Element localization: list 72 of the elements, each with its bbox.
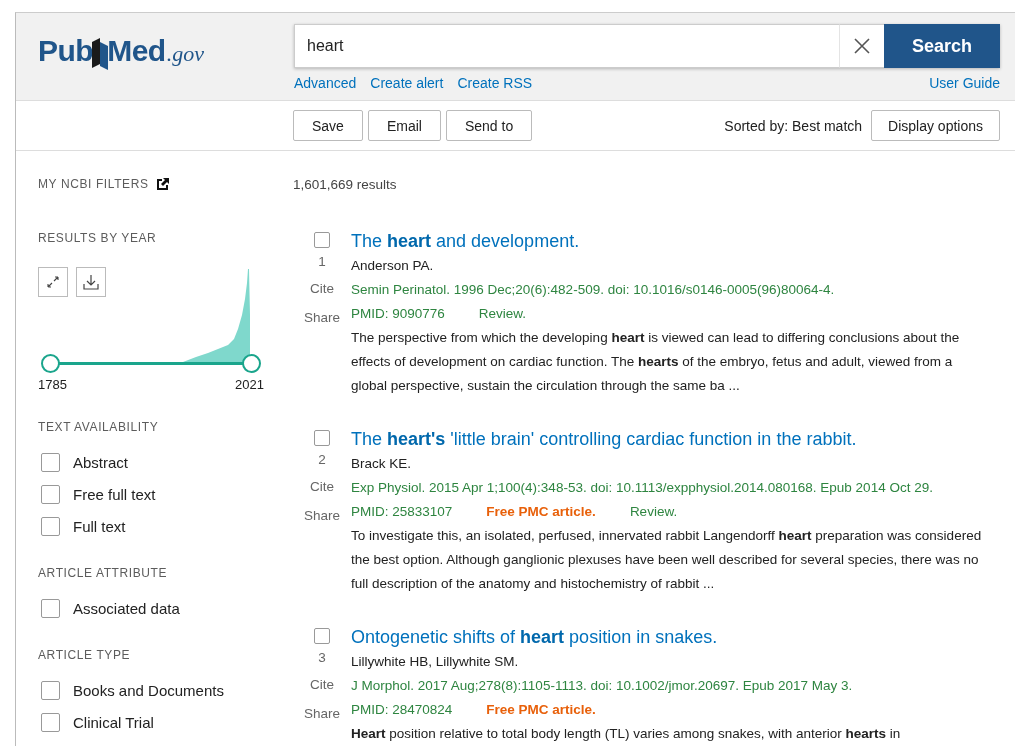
share-link[interactable]: Share: [304, 508, 340, 523]
year-label: 1785: [38, 377, 67, 392]
link[interactable]: Advanced: [294, 75, 357, 91]
link[interactable]: User Guide: [929, 75, 1000, 91]
search-field[interactable]: heart: [294, 24, 884, 68]
abstract-snippet: The perspective from which the developing heart is viewed can lead to differing conclusions about the effects of development on cardiac function. The hearts of the embryo, fetus and adult, viewed from a global perspective, sustain the circulation through the same ba ...: [351, 329, 961, 395]
free-article-label: Free PMC article.: [486, 503, 596, 521]
checkbox[interactable]: [41, 517, 60, 536]
logo-text: Pub: [38, 34, 94, 68]
authors: Brack KE.: [351, 455, 413, 473]
checkbox[interactable]: [41, 453, 60, 472]
result-title-link[interactable]: The heart's 'little brain' controlling cardiac function in the rabbit.: [351, 428, 995, 450]
slider-thumb[interactable]: [242, 354, 261, 373]
checkbox-label[interactable]: Full text: [73, 518, 126, 535]
checkbox-label[interactable]: Free full text: [73, 486, 156, 503]
section-heading: MY NCBI FILTERS: [38, 177, 149, 191]
citation: Semin Perinatol. 1996 Dec;20(6):482-509. doi: 10.1016/s0146-0005(96)80064-4.: [351, 281, 836, 299]
external-link-icon[interactable]: [156, 178, 169, 190]
result-title-link[interactable]: Ontogenetic shifts of heart position in snakes.: [351, 626, 995, 648]
review-label: Review.: [478, 305, 527, 323]
results-count: 1,601,669 results: [293, 177, 398, 192]
clear-icon[interactable]: [839, 24, 884, 68]
checkbox[interactable]: [41, 599, 60, 618]
checkbox[interactable]: [41, 485, 60, 504]
pmid: PMID: 28470824: [351, 701, 453, 719]
cite-link[interactable]: Cite: [310, 281, 334, 296]
checkbox[interactable]: [314, 430, 330, 446]
cite-link[interactable]: Cite: [310, 479, 334, 494]
link[interactable]: Create alert: [370, 75, 444, 91]
checkbox[interactable]: [314, 628, 330, 644]
authors: Anderson PA.: [351, 257, 435, 275]
logo-text: Med: [107, 34, 166, 68]
result-number: 3: [318, 650, 326, 665]
pmid: PMID: 25833107: [351, 503, 453, 521]
section-heading: ARTICLE ATTRIBUTE: [38, 566, 168, 580]
free-article-label: Free PMC article.: [486, 701, 596, 719]
share-link[interactable]: Share: [304, 310, 340, 325]
section-heading: TEXT AVAILABILITY: [38, 420, 159, 434]
toolbar-button[interactable]: Save: [293, 110, 363, 142]
result-number: 1: [318, 254, 326, 269]
sort-label[interactable]: Sorted by: Best match: [724, 117, 863, 134]
result-number: 2: [318, 452, 326, 467]
checkbox-label[interactable]: Associated data: [73, 600, 180, 617]
share-link[interactable]: Share: [304, 706, 340, 721]
review-label: Review.: [629, 503, 678, 521]
cite-link[interactable]: Cite: [310, 677, 334, 692]
toolbar-button[interactable]: Email: [367, 110, 441, 142]
citation: Exp Physiol. 2015 Apr 1;100(4):348-53. doi: 10.1113/expphysiol.2014.080168. Epub 2014 Oct 29.: [351, 479, 934, 497]
toolbar-button[interactable]: Send to: [445, 110, 533, 142]
book-icon: [91, 38, 110, 70]
logo-domain: .gov: [166, 41, 204, 67]
checkbox[interactable]: [41, 681, 60, 700]
checkbox[interactable]: [41, 713, 60, 732]
section-heading: ARTICLE TYPE: [38, 648, 131, 662]
search-button[interactable]: Search: [884, 24, 1000, 68]
checkbox-label[interactable]: Abstract: [73, 454, 129, 471]
display-options-button[interactable]: Display options: [871, 110, 1000, 142]
year-label: 2021: [235, 377, 264, 392]
link[interactable]: Create RSS: [457, 75, 533, 91]
abstract-snippet: Heart position relative to total body length (TL) varies among snakes, with anterior hearts in: [351, 725, 902, 743]
slider-thumb[interactable]: [41, 354, 60, 373]
expand-icon[interactable]: [38, 267, 68, 297]
checkbox-label[interactable]: Books and Documents: [73, 682, 224, 699]
section-heading: RESULTS BY YEAR: [38, 231, 157, 245]
checkbox[interactable]: [314, 232, 330, 248]
result-title-link[interactable]: The heart and development.: [351, 230, 995, 252]
citation: J Morphol. 2017 Aug;278(8):1105-1113. doi: 10.1002/jmor.20697. Epub 2017 May 3.: [351, 677, 854, 695]
download-icon[interactable]: [76, 267, 106, 297]
abstract-snippet: To investigate this, an isolated, perfused, innervated rabbit Langendorff heart preparation was considered the best option. Although ganglionic plexuses have been well described for several species, there was no full description of the anatomy and histochemistry of rabbit ...: [351, 527, 983, 593]
authors: Lillywhite HB, Lillywhite SM.: [351, 653, 520, 671]
pmid: PMID: 9090776: [351, 305, 445, 323]
checkbox-label[interactable]: Clinical Trial: [73, 714, 154, 731]
